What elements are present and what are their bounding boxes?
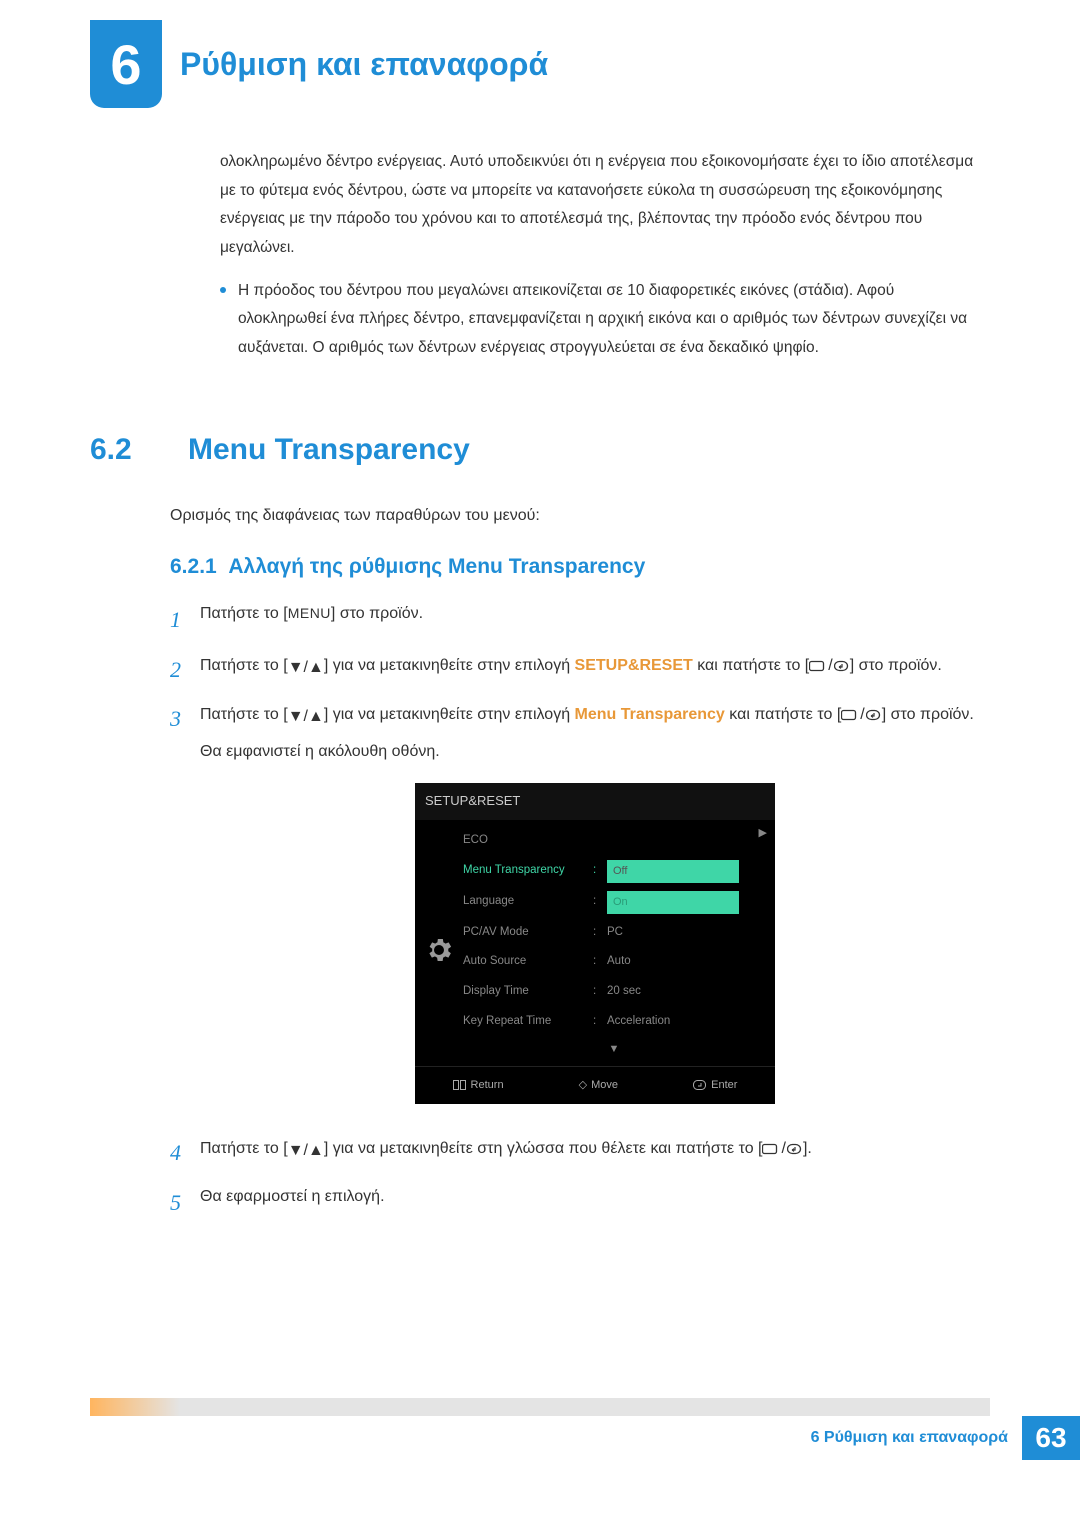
intro-paragraph: ολοκληρωμένο δέντρο ενέργειας. Αυτό υποδ… xyxy=(220,148,980,263)
osd-footer: Return ◇ Move Enter xyxy=(415,1066,775,1096)
menu-button-label: MENU xyxy=(288,605,331,621)
arrow-right-icon: ▶ xyxy=(759,823,767,844)
down-up-icon: ▼/▲ xyxy=(288,653,324,683)
setup-reset-label: SETUP&RESET xyxy=(575,657,693,674)
section-title: Menu Transparency xyxy=(188,433,470,467)
step-2: 2 Πατήστε το [▼/▲] για να μετακινηθείτε … xyxy=(170,649,990,691)
bullet-icon xyxy=(220,287,226,293)
menu-transparency-label: Menu Transparency xyxy=(575,706,725,723)
osd-row-displaytime: Display Time:20 sec xyxy=(463,977,765,1007)
bullet-text: Η πρόοδος του δέντρου που μεγαλώνει απει… xyxy=(238,277,980,363)
intro-content: ολοκληρωμένο δέντρο ενέργειας. Αυτό υποδ… xyxy=(90,148,990,363)
osd-option-on: On xyxy=(607,891,739,914)
osd-enter: Enter xyxy=(693,1075,737,1096)
osd-title: SETUP&RESET xyxy=(415,783,775,820)
step-5: 5 Θα εφαρμοστεί η επιλογή. xyxy=(170,1182,990,1224)
step-1: 1 Πατήστε το [MENU] στο προϊόν. xyxy=(170,599,990,641)
gear-icon xyxy=(424,935,454,965)
step-number: 4 xyxy=(170,1132,200,1174)
section-heading: 6.2 Menu Transparency xyxy=(90,433,990,467)
osd-return: Return xyxy=(453,1075,504,1096)
step-number: 3 xyxy=(170,698,200,1123)
osd-row-pcav: PC/AV Mode:PC xyxy=(463,918,765,948)
osd-row-menu-transparency: Menu Transparency: Off xyxy=(463,856,765,887)
osd-move: ◇ Move xyxy=(579,1075,618,1096)
section-number: 6.2 xyxy=(90,433,160,467)
chapter-header: 6 Ρύθμιση και επαναφορά xyxy=(90,20,990,108)
arrow-down-icon: ▼ xyxy=(463,1037,765,1060)
down-up-icon: ▼/▲ xyxy=(288,702,324,732)
chapter-badge: 6 xyxy=(90,20,162,108)
page-footer: 6 Ρύθμιση και επαναφορά 63 xyxy=(0,1416,1080,1460)
osd-row-eco: ECO xyxy=(463,826,765,856)
section-description: Ορισμός της διαφάνειας των παραθύρων του… xyxy=(170,507,990,525)
rect-enter-icon: / xyxy=(762,1134,802,1164)
intro-bullet: Η πρόοδος του δέντρου που μεγαλώνει απει… xyxy=(220,277,980,363)
footer-chapter-label: 6 Ρύθμιση και επαναφορά xyxy=(811,1429,1022,1447)
page-number: 63 xyxy=(1022,1416,1080,1460)
osd-option-off: Off xyxy=(607,860,739,883)
down-up-icon: ▼/▲ xyxy=(288,1136,324,1166)
osd-row-keyrepeat: Key Repeat Time:Acceleration xyxy=(463,1007,765,1037)
subsection-heading: 6.2.1 Αλλαγή της ρύθμισης Menu Transpare… xyxy=(170,555,990,579)
rect-enter-icon: / xyxy=(841,700,881,730)
step-4: 4 Πατήστε το [▼/▲] για να μετακινηθείτε … xyxy=(170,1132,990,1174)
step-number: 1 xyxy=(170,599,200,641)
osd-row-language: Language: On xyxy=(463,887,765,918)
step-number: 5 xyxy=(170,1182,200,1224)
osd-row-autosource: Auto Source:Auto xyxy=(463,947,765,977)
chapter-title: Ρύθμιση και επαναφορά xyxy=(180,46,548,83)
footer-divider xyxy=(90,1398,990,1416)
step-number: 2 xyxy=(170,649,200,691)
osd-screenshot: SETUP&RESET ▶ ECO Menu Transparency: Off xyxy=(415,783,775,1103)
rect-enter-icon: / xyxy=(809,651,849,681)
step-3: 3 Πατήστε το [▼/▲] για να μετακινηθείτε … xyxy=(170,698,990,1123)
